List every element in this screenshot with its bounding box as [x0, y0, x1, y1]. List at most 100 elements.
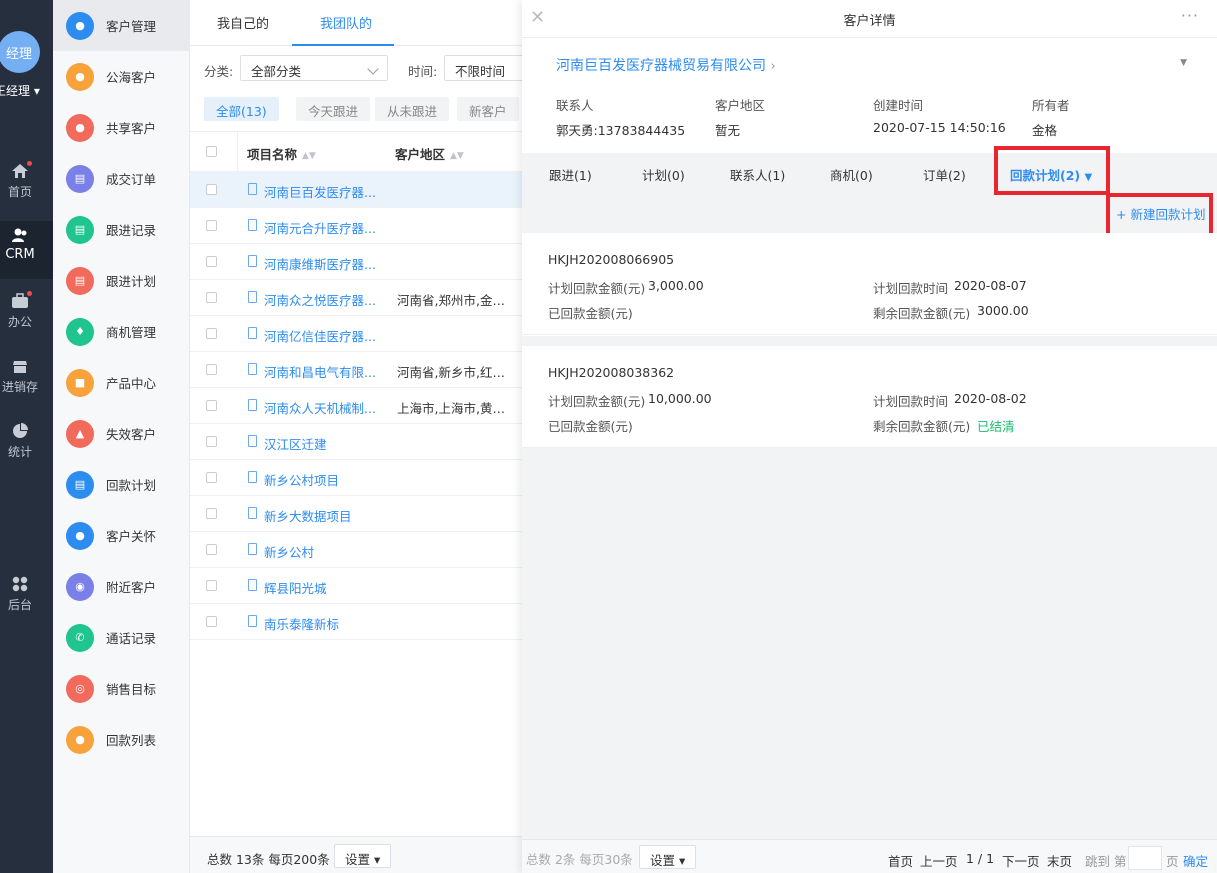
- table-row[interactable]: 辉县阳光城: [190, 568, 522, 604]
- project-name-link[interactable]: 河南亿信佳医疗器...: [264, 326, 390, 345]
- list-settings-button[interactable]: 设置 ▾: [334, 844, 392, 868]
- tab-orders[interactable]: 订单(2): [923, 165, 966, 184]
- table-row[interactable]: 河南元合升医疗器...: [190, 208, 522, 244]
- menu-item-sales-targets[interactable]: ◎ 销售目标: [53, 663, 190, 714]
- row-checkbox[interactable]: [206, 616, 217, 627]
- time-filter-select[interactable]: 不限时间: [444, 55, 534, 81]
- tab-opportunities[interactable]: 商机(0): [830, 165, 873, 184]
- project-name-link[interactable]: 新乡公村项目: [264, 470, 390, 489]
- project-name-link[interactable]: 南乐泰隆新标: [264, 614, 390, 633]
- column-region[interactable]: 客户地区 ▲▼: [395, 144, 464, 163]
- rail-item-home[interactable]: 首页: [0, 157, 53, 215]
- store-icon: [13, 361, 27, 373]
- chip-today[interactable]: 今天跟进: [296, 97, 371, 121]
- menu-label: 失效客户: [106, 427, 157, 442]
- region-cell: 上海市,上海市,黄浦...: [397, 401, 515, 416]
- tab-follow[interactable]: 跟进(1): [549, 165, 592, 184]
- avatar[interactable]: 经理: [0, 31, 40, 73]
- column-project-name[interactable]: 项目名称 ▲▼: [247, 144, 316, 163]
- row-checkbox[interactable]: [206, 436, 217, 447]
- tab-plan[interactable]: 计划(0): [642, 165, 685, 184]
- menu-item-follow-records[interactable]: ▤ 跟进记录: [53, 204, 190, 255]
- row-checkbox[interactable]: [206, 292, 217, 303]
- chip-all[interactable]: 全部(13): [204, 97, 279, 121]
- table-row[interactable]: 河南众人天机械制... 上海市,上海市,黄浦...: [190, 388, 522, 424]
- row-checkbox[interactable]: [206, 472, 217, 483]
- project-name-link[interactable]: 河南巨百发医疗器...: [264, 182, 390, 201]
- settings-label: 设置: [650, 853, 676, 868]
- menu-item-orders[interactable]: ▤ 成交订单: [53, 153, 190, 204]
- detail-settings-button[interactable]: 设置 ▾: [639, 845, 697, 869]
- menu-label: 回款计划: [106, 478, 157, 493]
- table-row[interactable]: 河南康维斯医疗器...: [190, 244, 522, 280]
- menu-item-call-records[interactable]: ✆ 通话记录: [53, 612, 190, 663]
- project-name-link[interactable]: 河南元合升医疗器...: [264, 218, 390, 237]
- table-row[interactable]: 新乡公村项目: [190, 460, 522, 496]
- row-checkbox[interactable]: [206, 580, 217, 591]
- row-checkbox[interactable]: [206, 508, 217, 519]
- caret-down-icon[interactable]: ▼: [1180, 58, 1187, 68]
- select-all-checkbox[interactable]: [206, 146, 217, 157]
- payment-plan-card[interactable]: HKJH202008038362 计划回款金额(元) 10,000.00 计划回…: [522, 346, 1217, 448]
- menu-label: 客户管理: [106, 19, 157, 34]
- row-checkbox[interactable]: [206, 364, 217, 375]
- menu-item-shared-customers[interactable]: ● 共享客户: [53, 102, 190, 153]
- menu-item-payment-list[interactable]: ● 回款列表: [53, 714, 190, 765]
- menu-item-nearby-customers[interactable]: ◉ 附近客户: [53, 561, 190, 612]
- list-footer: 总数 13条 每页200条 设置 ▾: [190, 836, 522, 873]
- table-row[interactable]: 南乐泰隆新标: [190, 604, 522, 640]
- project-name-link[interactable]: 新乡公村: [264, 542, 390, 561]
- table-row[interactable]: 河南和昌电气有限... 河南省,新乡市,红旗...: [190, 352, 522, 388]
- confirm-jump-button[interactable]: 确定: [1183, 851, 1208, 870]
- table-row[interactable]: 汉江区迁建: [190, 424, 522, 460]
- tab-contacts[interactable]: 联系人(1): [730, 165, 785, 184]
- chip-never[interactable]: 从未跟进: [375, 97, 450, 121]
- project-name-link[interactable]: 河南众人天机械制...: [264, 398, 390, 417]
- row-checkbox[interactable]: [206, 220, 217, 231]
- row-checkbox[interactable]: [206, 328, 217, 339]
- table-row[interactable]: 新乡大数据项目: [190, 496, 522, 532]
- project-name-link[interactable]: 汉江区迁建: [264, 434, 390, 453]
- menu-item-payment-plans[interactable]: ▤ 回款计划: [53, 459, 190, 510]
- page-jump-input[interactable]: [1128, 846, 1162, 870]
- table-row[interactable]: 河南众之悦医疗器... 河南省,郑州市,金水...: [190, 280, 522, 316]
- project-name-link[interactable]: 河南康维斯医疗器...: [264, 254, 390, 273]
- project-name-link[interactable]: 辉县阳光城: [264, 578, 390, 597]
- category-filter-value: 全部分类: [251, 64, 302, 79]
- payment-plan-card[interactable]: HKJH202008066905 计划回款金额(元) 3,000.00 计划回款…: [522, 233, 1217, 335]
- menu-item-follow-plans[interactable]: ▤ 跟进计划: [53, 255, 190, 306]
- row-checkbox[interactable]: [206, 400, 217, 411]
- row-checkbox[interactable]: [206, 544, 217, 555]
- row-checkbox[interactable]: [206, 184, 217, 195]
- rail-item-inventory[interactable]: 进销存: [0, 352, 53, 410]
- rail-item-office[interactable]: 办公: [0, 287, 53, 345]
- tab-mine[interactable]: 我自己的: [217, 13, 269, 32]
- menu-item-opportunities[interactable]: ♦ 商机管理: [53, 306, 190, 357]
- category-filter-select[interactable]: 全部分类: [240, 55, 388, 81]
- rail-item-admin[interactable]: 后台: [0, 570, 53, 628]
- chip-new[interactable]: 新客户: [457, 97, 519, 121]
- user-name[interactable]: 王经理 ▾: [0, 82, 40, 99]
- table-row[interactable]: 河南巨百发医疗器...: [190, 172, 522, 208]
- more-icon[interactable]: ···: [1181, 6, 1199, 25]
- prev-page-button[interactable]: 上一页: [920, 851, 958, 870]
- last-page-button[interactable]: 末页: [1047, 851, 1072, 870]
- project-name-link[interactable]: 河南和昌电气有限...: [264, 362, 390, 381]
- table-row[interactable]: 河南亿信佳医疗器...: [190, 316, 522, 352]
- rail-item-stats[interactable]: 统计: [0, 417, 53, 475]
- menu-item-public-customers[interactable]: ● 公海客户: [53, 51, 190, 102]
- table-row[interactable]: 新乡公村: [190, 532, 522, 568]
- next-page-button[interactable]: 下一页: [1002, 851, 1040, 870]
- company-name-link[interactable]: 河南巨百发医疗器械贸易有限公司 ›: [556, 55, 776, 75]
- menu-label: 商机管理: [106, 325, 157, 340]
- row-checkbox[interactable]: [206, 256, 217, 267]
- project-name-link[interactable]: 新乡大数据项目: [264, 506, 390, 525]
- tab-team[interactable]: 我团队的: [320, 13, 372, 32]
- menu-item-products[interactable]: ■ 产品中心: [53, 357, 190, 408]
- menu-item-customers[interactable]: ● 客户管理: [53, 0, 190, 51]
- rail-item-crm[interactable]: CRM: [0, 221, 53, 279]
- menu-item-invalid-customers[interactable]: ▲ 失效客户: [53, 408, 190, 459]
- first-page-button[interactable]: 首页: [888, 851, 913, 870]
- menu-item-customer-care[interactable]: ● 客户关怀: [53, 510, 190, 561]
- project-name-link[interactable]: 河南众之悦医疗器...: [264, 290, 390, 309]
